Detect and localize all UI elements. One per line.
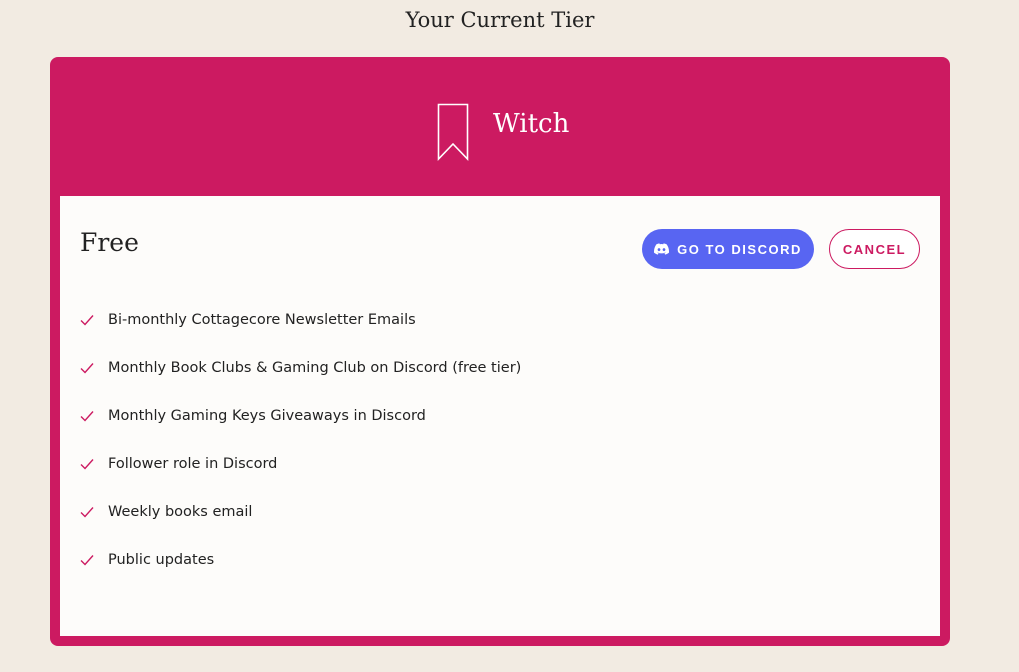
feature-text: Monthly Gaming Keys Giveaways in Discord (108, 408, 426, 424)
cancel-label: CANCEL (842, 241, 907, 257)
feature-item: Bi-monthly Cottagecore Newsletter Emails (80, 296, 521, 344)
check-icon (80, 411, 94, 422)
feature-item: Public updates (80, 536, 521, 584)
feature-text: Bi-monthly Cottagecore Newsletter Emails (108, 312, 416, 328)
feature-item: Monthly Book Clubs & Gaming Club on Disc… (80, 344, 521, 392)
feature-item: Follower role in Discord (80, 440, 521, 488)
go-to-discord-label: GO TO DISCORD (677, 241, 802, 257)
page: Your Current Tier Witch Free GO TO DISCO… (0, 0, 1019, 672)
feature-list: Bi-monthly Cottagecore Newsletter Emails… (80, 296, 521, 584)
tier-card-header: Witch (50, 57, 950, 196)
cancel-button[interactable]: CANCEL (829, 229, 920, 269)
go-to-discord-button[interactable]: GO TO DISCORD (642, 229, 814, 269)
tier-card: Witch Free GO TO DISCORD CANCEL Bi-month… (50, 57, 950, 646)
discord-icon (654, 243, 670, 255)
feature-item: Monthly Gaming Keys Giveaways in Discord (80, 392, 521, 440)
bookmark-icon (437, 103, 469, 161)
feature-item: Weekly books email (80, 488, 521, 536)
page-title: Your Current Tier (405, 8, 595, 32)
check-icon (80, 507, 94, 518)
check-icon (80, 363, 94, 374)
feature-text: Weekly books email (108, 504, 253, 520)
check-icon (80, 555, 94, 566)
tier-price: Free (80, 228, 139, 257)
check-icon (80, 315, 94, 326)
feature-text: Public updates (108, 552, 215, 568)
tier-name: Witch (493, 109, 570, 139)
feature-text: Follower role in Discord (108, 456, 278, 472)
check-icon (80, 459, 94, 470)
feature-text: Monthly Book Clubs & Gaming Club on Disc… (108, 360, 522, 376)
tier-card-body: Free GO TO DISCORD CANCEL Bi-monthly Cot… (60, 196, 940, 636)
